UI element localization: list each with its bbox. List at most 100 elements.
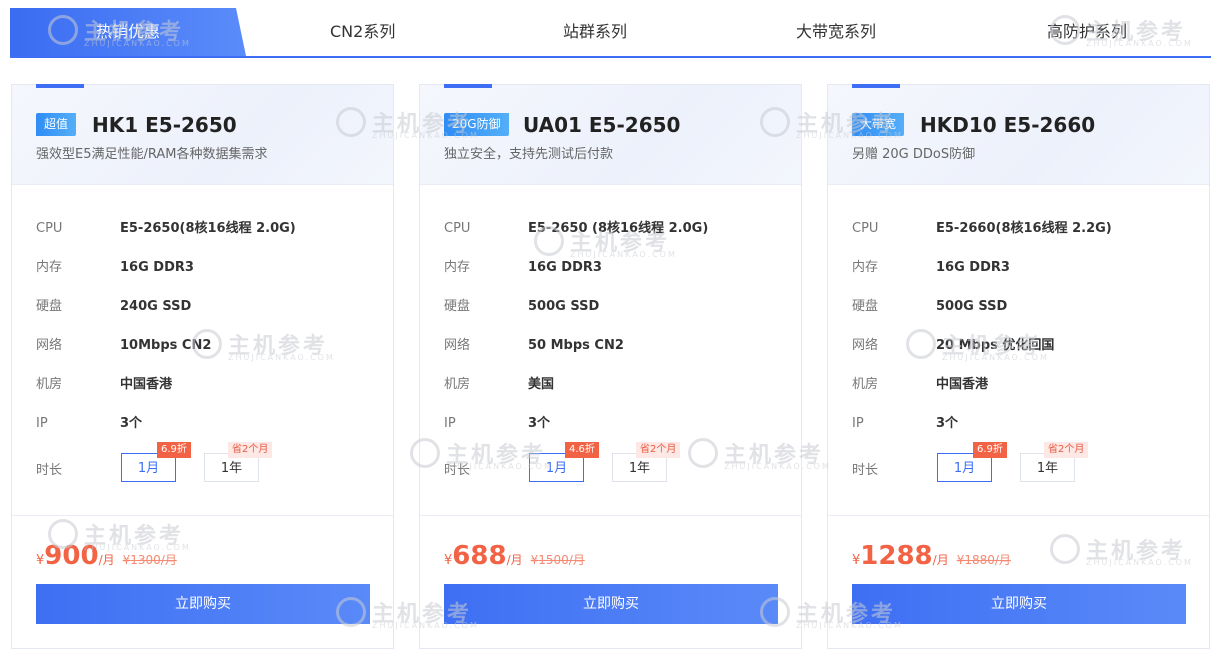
price-unit: /月 (932, 553, 949, 567)
spec-network: 网络 10Mbps CN2 (36, 337, 211, 355)
spec-label: 内存 (36, 260, 63, 275)
spec-label: 硬盘 (36, 299, 63, 314)
price-value: 688 (452, 541, 507, 571)
spec-value: 3个 (120, 416, 143, 431)
spec-label: 网络 (852, 338, 879, 353)
spec-cpu: CPU E5-2660(8核16线程 2.2G) (852, 220, 1112, 238)
spec-datacenter: 机房 中国香港 (852, 376, 988, 394)
tab-hot-deals[interactable]: 热销优惠 (10, 8, 246, 56)
spec-label: CPU (36, 221, 63, 236)
spec-disk: 硬盘 500G SSD (444, 298, 599, 316)
spec-network: 网络 50 Mbps CN2 (444, 337, 624, 355)
spec-value: E5-2650(8核16线程 2.0G) (120, 221, 296, 236)
spec-value: 中国香港 (120, 377, 173, 392)
spec-value: 20 Mbps 优化回国 (936, 338, 1055, 353)
spec-cpu: CPU E5-2650 (8核16线程 2.0G) (444, 220, 708, 238)
price-unit: /月 (506, 553, 523, 567)
price-unit: /月 (98, 553, 115, 567)
divider (12, 515, 393, 516)
spec-value: E5-2650 (8核16线程 2.0G) (528, 221, 709, 236)
spec-value: 16G DDR3 (936, 260, 1010, 275)
buy-now-button[interactable]: 立即购买 (36, 584, 370, 624)
spec-label: CPU (444, 221, 471, 236)
spec-value: 240G SSD (120, 299, 192, 314)
spec-label: IP (852, 416, 864, 431)
card-subtitle: 强效型E5满足性能/RAM各种数据集需求 (36, 147, 268, 162)
category-tabs: 热销优惠 CN2系列 站群系列 大带宽系列 高防护系列 (10, 8, 1211, 58)
tab-cn2[interactable]: CN2系列 (330, 8, 395, 56)
card-badge: 超值 (36, 113, 77, 136)
spec-label: 机房 (852, 377, 879, 392)
spec-ip: IP 3个 (36, 415, 142, 433)
spec-value: 500G SSD (528, 299, 600, 314)
save-tag: 省2个月 (636, 442, 681, 458)
spec-value: 美国 (528, 377, 555, 392)
buy-now-button[interactable]: 立即购买 (444, 584, 778, 624)
tab-high-bandwidth[interactable]: 大带宽系列 (796, 8, 876, 56)
spec-network: 网络 20 Mbps 优化回国 (852, 337, 1054, 355)
spec-value: 中国香港 (936, 377, 989, 392)
original-price: ¥1880/月 (956, 553, 1011, 567)
price: ¥900/月 ¥1300/月 (36, 541, 177, 575)
spec-value: 10Mbps CN2 (120, 338, 212, 353)
product-card-hkd10: 大带宽 HKD10 E5-2660 另赠 20G DDoS防御 CPU E5-26… (827, 84, 1210, 649)
divider (420, 515, 801, 516)
original-price: ¥1300/月 (122, 553, 177, 567)
original-price: ¥1500/月 (530, 553, 585, 567)
spec-label: 机房 (36, 377, 63, 392)
card-accent-bar (36, 84, 84, 88)
spec-value: 16G DDR3 (528, 260, 602, 275)
spec-value: 3个 (528, 416, 551, 431)
spec-ram: 内存 16G DDR3 (444, 259, 602, 277)
card-badge: 大带宽 (852, 113, 905, 136)
discount-tag: 4.6折 (565, 442, 599, 458)
tab-high-protection[interactable]: 高防护系列 (1047, 8, 1127, 56)
spec-value: 500G SSD (936, 299, 1008, 314)
spec-label: IP (444, 416, 456, 431)
spec-value: 16G DDR3 (120, 260, 194, 275)
price: ¥1288/月 ¥1880/月 (852, 541, 1011, 575)
card-accent-bar (852, 84, 900, 88)
card-title: UA01 E5-2650 (523, 113, 681, 137)
save-tag: 省2个月 (1044, 442, 1089, 458)
divider (828, 515, 1209, 516)
card-accent-bar (444, 84, 492, 88)
spec-label: 内存 (852, 260, 879, 275)
spec-label: 硬盘 (444, 299, 471, 314)
discount-tag: 6.9折 (973, 442, 1007, 458)
card-title: HK1 E5-2650 (92, 113, 237, 137)
spec-label: CPU (852, 221, 879, 236)
spec-label: 机房 (444, 377, 471, 392)
spec-value: 50 Mbps CN2 (528, 338, 624, 353)
price-value: 1288 (860, 541, 933, 571)
spec-ip: IP 3个 (444, 415, 550, 433)
duration-label: 时长 (444, 463, 471, 478)
discount-tag: 6.9折 (157, 442, 191, 458)
duration-label: 时长 (36, 463, 63, 478)
tab-site-cluster[interactable]: 站群系列 (563, 8, 627, 56)
spec-datacenter: 机房 中国香港 (36, 376, 172, 394)
card-subtitle: 独立安全，支持先测试后付款 (444, 147, 614, 162)
spec-disk: 硬盘 500G SSD (852, 298, 1007, 316)
save-tag: 省2个月 (228, 442, 273, 458)
price-value: 900 (44, 541, 99, 571)
spec-label: 硬盘 (852, 299, 879, 314)
spec-ip: IP 3个 (852, 415, 958, 433)
buy-now-button[interactable]: 立即购买 (852, 584, 1186, 624)
card-title: HKD10 E5-2660 (920, 113, 1096, 137)
duration-label: 时长 (852, 463, 879, 478)
spec-label: IP (36, 416, 48, 431)
spec-cpu: CPU E5-2650(8核16线程 2.0G) (36, 220, 296, 238)
product-card-ua01: 20G防御 UA01 E5-2650 独立安全，支持先测试后付款 CPU E5-2… (419, 84, 802, 649)
spec-datacenter: 机房 美国 (444, 376, 554, 394)
spec-value: E5-2660(8核16线程 2.2G) (936, 221, 1112, 236)
card-badge: 20G防御 (444, 113, 509, 136)
card-subtitle: 另赠 20G DDoS防御 (852, 147, 976, 162)
spec-ram: 内存 16G DDR3 (852, 259, 1010, 277)
spec-label: 网络 (36, 338, 63, 353)
spec-ram: 内存 16G DDR3 (36, 259, 194, 277)
product-card-hk1: 超值 HK1 E5-2650 强效型E5满足性能/RAM各种数据集需求 CPU E… (11, 84, 394, 649)
spec-value: 3个 (936, 416, 959, 431)
price: ¥688/月 ¥1500/月 (444, 541, 585, 575)
spec-label: 网络 (444, 338, 471, 353)
